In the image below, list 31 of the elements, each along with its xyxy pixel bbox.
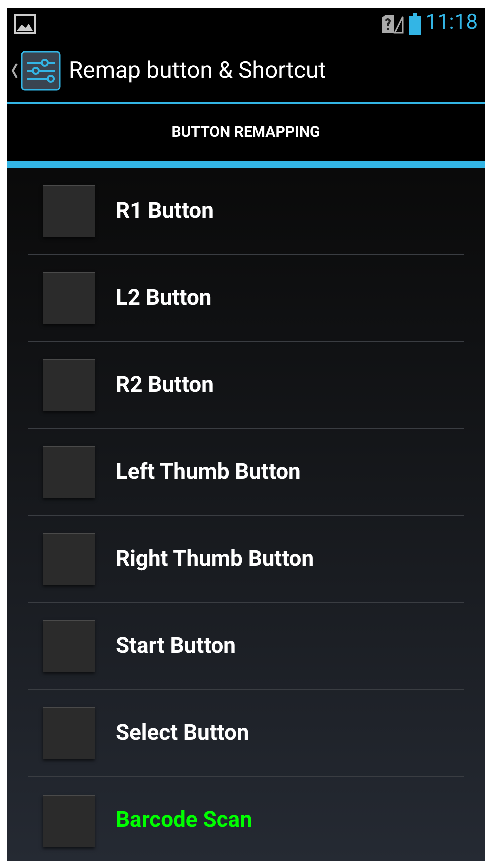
checkbox[interactable] <box>43 272 95 324</box>
item-label: R1 Button <box>116 198 214 226</box>
checkbox[interactable] <box>43 707 95 759</box>
list-item[interactable]: R2 Button <box>28 342 464 429</box>
list-item[interactable]: Barcode Scan <box>28 777 464 861</box>
item-label: Right Thumb Button <box>116 546 314 574</box>
item-label: Select Button <box>116 720 250 748</box>
list-item[interactable]: Select Button <box>28 690 464 777</box>
screen-title: Remap button & Shortcut <box>69 56 326 86</box>
checkbox[interactable] <box>43 794 95 846</box>
list-item[interactable]: Left Thumb Button <box>28 429 464 516</box>
list-item[interactable]: R1 Button <box>28 168 464 255</box>
checkbox[interactable] <box>43 185 95 237</box>
checkbox[interactable] <box>43 359 95 411</box>
back-caret-icon[interactable] <box>11 62 19 80</box>
checkbox[interactable] <box>43 533 95 585</box>
list-item[interactable]: Start Button <box>28 603 464 690</box>
item-label: Start Button <box>116 632 236 660</box>
sim-unknown-icon <box>380 14 404 34</box>
list-item[interactable]: Right Thumb Button <box>28 516 464 603</box>
image-icon <box>14 14 36 34</box>
item-label: Barcode Scan <box>116 807 252 835</box>
list-item[interactable]: L2 Button <box>28 255 464 342</box>
item-label: Left Thumb Button <box>116 458 301 486</box>
item-label: L2 Button <box>116 284 212 312</box>
sliders-icon <box>21 51 61 91</box>
battery-icon <box>408 13 421 35</box>
status-time: 11:18 <box>426 10 478 38</box>
checkbox[interactable] <box>43 620 95 672</box>
item-label: R2 Button <box>116 372 214 400</box>
checkbox[interactable] <box>43 446 95 498</box>
